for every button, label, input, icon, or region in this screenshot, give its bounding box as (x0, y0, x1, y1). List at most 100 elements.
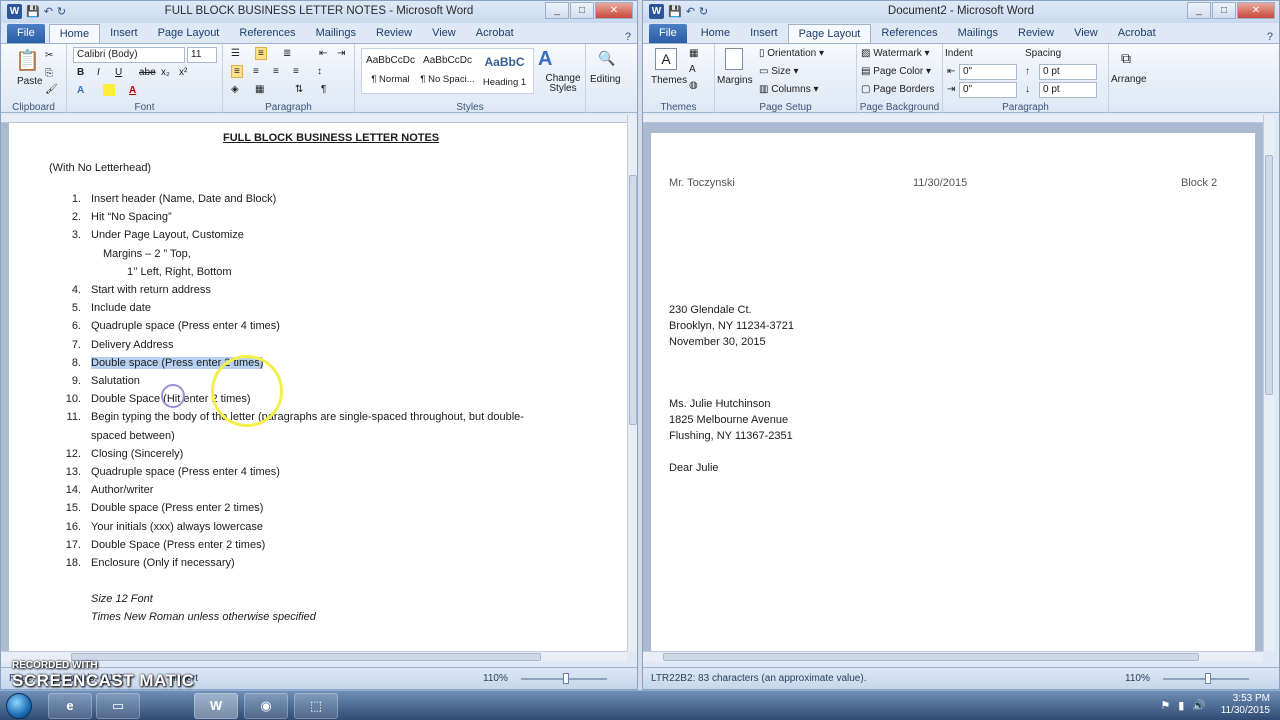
volume-icon[interactable]: 🔊 (1192, 699, 1206, 712)
margins-button[interactable]: Margins (717, 75, 753, 86)
page-borders-button[interactable]: ▢ Page Borders (861, 84, 934, 95)
bold-button[interactable]: B (77, 67, 84, 78)
cut-icon[interactable]: ✂ (45, 50, 53, 61)
tab-mailings[interactable]: Mailings (306, 24, 366, 43)
watermark-button[interactable]: ▨ Watermark ▾ (861, 48, 930, 59)
document-page[interactable]: Mr. Toczynski 11/30/2015 Block 2 230 Gle… (651, 133, 1255, 651)
horizontal-scroll-thumb[interactable] (663, 653, 1199, 661)
tab-mailings[interactable]: Mailings (948, 24, 1008, 43)
show-hide-icon[interactable]: ¶ (321, 84, 326, 95)
numbering-icon[interactable]: ≡ (255, 47, 267, 60)
paste-icon[interactable]: 📋 (15, 48, 40, 73)
theme-effects-icon[interactable]: ◍ (689, 80, 698, 91)
horizontal-scrollbar[interactable] (643, 651, 1263, 662)
document-page[interactable]: FULL BLOCK BUSINESS LETTER NOTES (With N… (9, 123, 627, 651)
file-explorer-icon[interactable]: ▭ (96, 693, 140, 719)
vertical-scroll-thumb[interactable] (629, 175, 637, 425)
word-taskbar-icon[interactable]: W (194, 693, 238, 719)
tab-review[interactable]: Review (366, 24, 422, 43)
tab-view[interactable]: View (1064, 24, 1108, 43)
zoom-level[interactable]: 110% (483, 673, 508, 684)
style-no-spacing[interactable]: AaBbCcDc ¶ No Spaci... (419, 49, 476, 93)
superscript-button[interactable]: x² (179, 67, 187, 78)
start-button[interactable] (6, 693, 32, 719)
line-spacing-icon[interactable]: ↕ (317, 66, 322, 77)
clock[interactable]: 3:53 PM 11/30/2015 (1221, 693, 1270, 717)
style-heading-1[interactable]: AaBbC Heading 1 (476, 49, 533, 93)
tab-acrobat[interactable]: Acrobat (1108, 24, 1166, 43)
chrome-icon[interactable]: ◉ (244, 693, 288, 719)
strikethrough-button[interactable]: abe (139, 67, 156, 78)
increase-indent-icon[interactable]: ⇥ (337, 48, 345, 59)
style-normal[interactable]: AaBbCcDc ¶ Normal (362, 49, 419, 93)
highlight-color-icon[interactable] (103, 84, 115, 96)
indent-left-input[interactable]: 0" (959, 64, 1017, 80)
copy-icon[interactable]: ⎘ (45, 68, 53, 79)
change-styles-button[interactable]: Change Styles (545, 74, 581, 94)
vertical-scroll-thumb[interactable] (1265, 155, 1273, 395)
sort-icon[interactable]: ⇅ (295, 84, 303, 95)
maximize-button[interactable]: □ (570, 2, 594, 19)
subscript-button[interactable]: x₂ (161, 67, 170, 78)
tab-page-layout[interactable]: Page Layout (148, 24, 230, 43)
orientation-button[interactable]: ▯ Orientation ▾ (759, 48, 824, 59)
editing-button[interactable]: Editing (590, 74, 621, 85)
borders-icon[interactable]: ▦ (255, 84, 264, 95)
vertical-scrollbar[interactable] (627, 115, 637, 651)
tab-references[interactable]: References (871, 24, 947, 43)
page-color-button[interactable]: ▤ Page Color ▾ (861, 66, 931, 77)
tab-references[interactable]: References (229, 24, 305, 43)
font-size-select[interactable]: 11 (187, 47, 217, 63)
change-styles-icon[interactable]: A (538, 48, 552, 71)
bullets-icon[interactable]: ☰ (231, 48, 240, 59)
tab-file[interactable]: File (649, 24, 687, 43)
margins-icon[interactable] (725, 48, 743, 70)
zoom-level[interactable]: 110% (1125, 673, 1150, 684)
snipping-tool-icon[interactable]: ⬚ (294, 693, 338, 719)
format-painter-icon[interactable]: 🖌 (45, 84, 58, 95)
decrease-indent-icon[interactable]: ⇤ (319, 48, 327, 59)
tab-insert[interactable]: Insert (100, 24, 148, 43)
tab-file[interactable]: File (7, 24, 45, 43)
vertical-scrollbar[interactable] (1263, 115, 1274, 651)
shading-icon[interactable]: ◈ (231, 84, 239, 95)
tab-view[interactable]: View (422, 24, 466, 43)
close-button[interactable]: ✕ (1237, 2, 1275, 19)
italic-button[interactable]: I (97, 67, 100, 78)
font-color-button[interactable]: A (129, 85, 136, 96)
internet-explorer-icon[interactable]: e (48, 693, 92, 719)
spacing-after-input[interactable]: 0 pt (1039, 82, 1097, 98)
theme-colors-icon[interactable]: ▦ (689, 48, 698, 59)
align-center-icon[interactable]: ≡ (253, 66, 259, 77)
themes-icon[interactable]: A (655, 48, 677, 70)
underline-button[interactable]: U (115, 67, 122, 78)
align-left-icon[interactable]: ≡ (231, 65, 243, 78)
zoom-slider-knob[interactable] (1205, 673, 1211, 684)
indent-right-input[interactable]: 0" (959, 82, 1017, 98)
tab-home[interactable]: Home (691, 24, 740, 43)
justify-icon[interactable]: ≡ (293, 66, 299, 77)
editing-icon[interactable]: 🔍 (598, 50, 615, 67)
tab-review[interactable]: Review (1008, 24, 1064, 43)
spacing-before-input[interactable]: 0 pt (1039, 64, 1097, 80)
minimize-button[interactable]: _ (1187, 2, 1211, 19)
zoom-slider-knob[interactable] (563, 673, 569, 684)
tab-page-layout[interactable]: Page Layout (787, 24, 872, 43)
maximize-button[interactable]: □ (1212, 2, 1236, 19)
network-icon[interactable]: ▮ (1178, 699, 1184, 712)
paste-button[interactable]: Paste (17, 76, 43, 87)
theme-fonts-icon[interactable]: A (689, 64, 696, 75)
help-icon[interactable]: ? (1267, 31, 1273, 43)
text-effects-button[interactable]: A (77, 85, 84, 96)
tab-insert[interactable]: Insert (740, 24, 788, 43)
font-name-select[interactable]: Calibri (Body) (73, 47, 185, 63)
size-button[interactable]: ▭ Size ▾ (759, 66, 799, 77)
arrange-button[interactable]: Arrange (1111, 74, 1147, 85)
help-icon[interactable]: ? (625, 31, 631, 43)
arrange-icon[interactable]: ⧉ (1121, 50, 1131, 67)
close-button[interactable]: ✕ (595, 2, 633, 19)
minimize-button[interactable]: _ (545, 2, 569, 19)
tab-home[interactable]: Home (48, 24, 101, 43)
multilevel-list-icon[interactable]: ≣ (283, 48, 291, 59)
themes-button[interactable]: Themes (651, 75, 687, 86)
